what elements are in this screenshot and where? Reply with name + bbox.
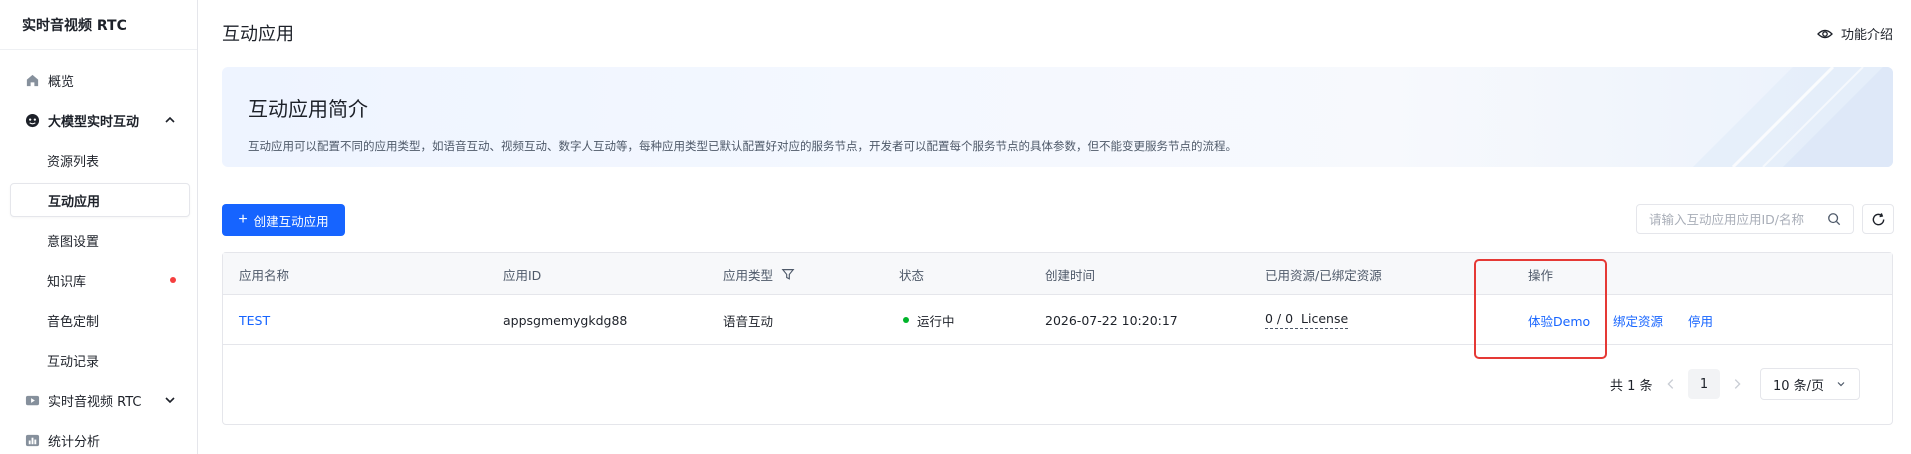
banner-description: 互动应用可以配置不同的应用类型，如语音互动、视频互动、数字人互动等，每种应用类型… xyxy=(248,139,1237,153)
table-row: TEST appsgmemygkdg88 语音互动 运行中 2026-07-22… xyxy=(223,295,1892,345)
app-name-link[interactable]: TEST xyxy=(239,295,270,345)
sidebar-item-overview[interactable]: 概览 xyxy=(10,63,190,97)
banner-decoration xyxy=(1693,67,1893,167)
resource-usage-value: 0 / 0 License xyxy=(1265,311,1349,329)
sidebar-item-label: 音色定制 xyxy=(47,314,100,330)
chevron-left-icon xyxy=(1667,379,1674,389)
page-size-wrap: 10 条/页 xyxy=(1760,368,1860,400)
banner-title: 互动应用简介 xyxy=(248,97,368,121)
column-header-status: 状态 xyxy=(899,267,925,283)
column-header-name: 应用名称 xyxy=(239,267,290,283)
chevron-right-icon xyxy=(1734,379,1741,389)
sidebar-item-label: 实时音视频 RTC xyxy=(48,394,142,410)
column-header-resources: 已用资源/已绑定资源 xyxy=(1265,267,1382,283)
ai-face-icon xyxy=(24,112,40,128)
highlight-box xyxy=(1474,259,1607,359)
sidebar-item-label: 互动应用 xyxy=(48,194,101,210)
chevron-down-icon xyxy=(1837,382,1845,387)
sidebar-item-interaction-records[interactable]: 互动记录 xyxy=(10,343,190,377)
sidebar-item-voice-custom[interactable]: 音色定制 xyxy=(10,303,190,337)
page-number-1[interactable]: 1 xyxy=(1688,369,1720,399)
feature-intro-link[interactable]: 功能介绍 xyxy=(1817,24,1893,43)
resource-unit: License xyxy=(1301,311,1349,326)
app-type-cell: 语音互动 xyxy=(723,313,774,329)
next-page-button[interactable] xyxy=(1730,368,1744,400)
product-title: 实时音视频 RTC xyxy=(0,0,197,50)
status-label: 运行中 xyxy=(917,313,955,329)
sidebar-item-knowledge-base[interactable]: 知识库 xyxy=(10,263,190,297)
create-app-button[interactable]: + 创建互动应用 xyxy=(222,204,345,236)
page-title: 互动应用 xyxy=(222,24,294,45)
sidebar-item-label: 互动记录 xyxy=(47,354,100,370)
sidebar: 实时音视频 RTC 概览 大模型实时互动 资源列表 互动应用 意图设置 知识库 … xyxy=(0,0,198,454)
sidebar-item-label: 大模型实时互动 xyxy=(48,114,140,130)
sidebar-item-statistics[interactable]: 统计分析 xyxy=(10,423,190,454)
chevron-up-icon xyxy=(165,116,175,123)
prev-page-button[interactable] xyxy=(1664,368,1678,400)
sidebar-item-label: 资源列表 xyxy=(47,154,100,170)
page-number-wrap: 1 xyxy=(1688,368,1720,400)
notification-dot xyxy=(170,277,176,283)
sidebar-item-label: 概览 xyxy=(48,74,75,90)
chevron-down-icon xyxy=(165,397,175,404)
refresh-button[interactable] xyxy=(1862,204,1894,234)
status-running-dot xyxy=(903,317,909,323)
video-icon xyxy=(24,392,40,408)
sidebar-item-intent-settings[interactable]: 意图设置 xyxy=(10,223,190,257)
refresh-icon xyxy=(1872,212,1884,225)
chart-icon xyxy=(24,432,40,448)
sidebar-item-label: 知识库 xyxy=(47,274,87,290)
table-header: 应用名称 应用ID 应用类型 状态 创建时间 已用资源/已绑定资源 操作 xyxy=(223,253,1892,295)
create-app-label: 创建互动应用 xyxy=(253,214,329,229)
sidebar-item-rtc[interactable]: 实时音视频 RTC xyxy=(10,383,190,417)
created-time-cell: 2026-07-22 10:20:17 xyxy=(1045,312,1178,328)
intro-banner: 互动应用简介 互动应用可以配置不同的应用类型，如语音互动、视频互动、数字人互动等… xyxy=(222,67,1893,167)
bind-resources-link[interactable]: 绑定资源 xyxy=(1613,295,1663,345)
plus-icon: + xyxy=(238,211,248,228)
sidebar-item-interactive-apps[interactable]: 互动应用 xyxy=(10,183,190,217)
search-input[interactable] xyxy=(1649,211,1827,227)
app-id-cell: appsgmemygkdg88 xyxy=(503,312,628,328)
feature-intro-label: 功能介绍 xyxy=(1840,28,1893,43)
sidebar-item-label: 意图设置 xyxy=(47,234,100,250)
page-size-select[interactable]: 10 条/页 xyxy=(1760,368,1860,400)
filter-icon[interactable] xyxy=(781,267,795,281)
resource-count: 0 / 0 xyxy=(1265,311,1294,326)
column-header-type-label: 应用类型 xyxy=(723,267,774,283)
search-box[interactable] xyxy=(1636,204,1854,234)
pagination-total: 共 1 条 xyxy=(1610,378,1653,394)
resource-usage-cell[interactable]: 0 / 0 License xyxy=(1265,295,1349,345)
column-header-type: 应用类型 xyxy=(723,253,795,295)
column-header-created: 创建时间 xyxy=(1045,267,1096,283)
status-cell: 运行中 xyxy=(903,295,955,345)
search-icon[interactable] xyxy=(1827,212,1841,226)
sidebar-item-label: 统计分析 xyxy=(48,434,101,450)
page-size-label: 10 条/页 xyxy=(1773,378,1825,394)
disable-link[interactable]: 停用 xyxy=(1688,295,1713,345)
home-icon xyxy=(24,72,40,88)
sidebar-item-llm-interaction[interactable]: 大模型实时互动 xyxy=(10,103,190,137)
sidebar-item-resource-list[interactable]: 资源列表 xyxy=(10,143,190,177)
eye-icon xyxy=(1817,29,1833,38)
column-header-app-id: 应用ID xyxy=(503,267,542,283)
